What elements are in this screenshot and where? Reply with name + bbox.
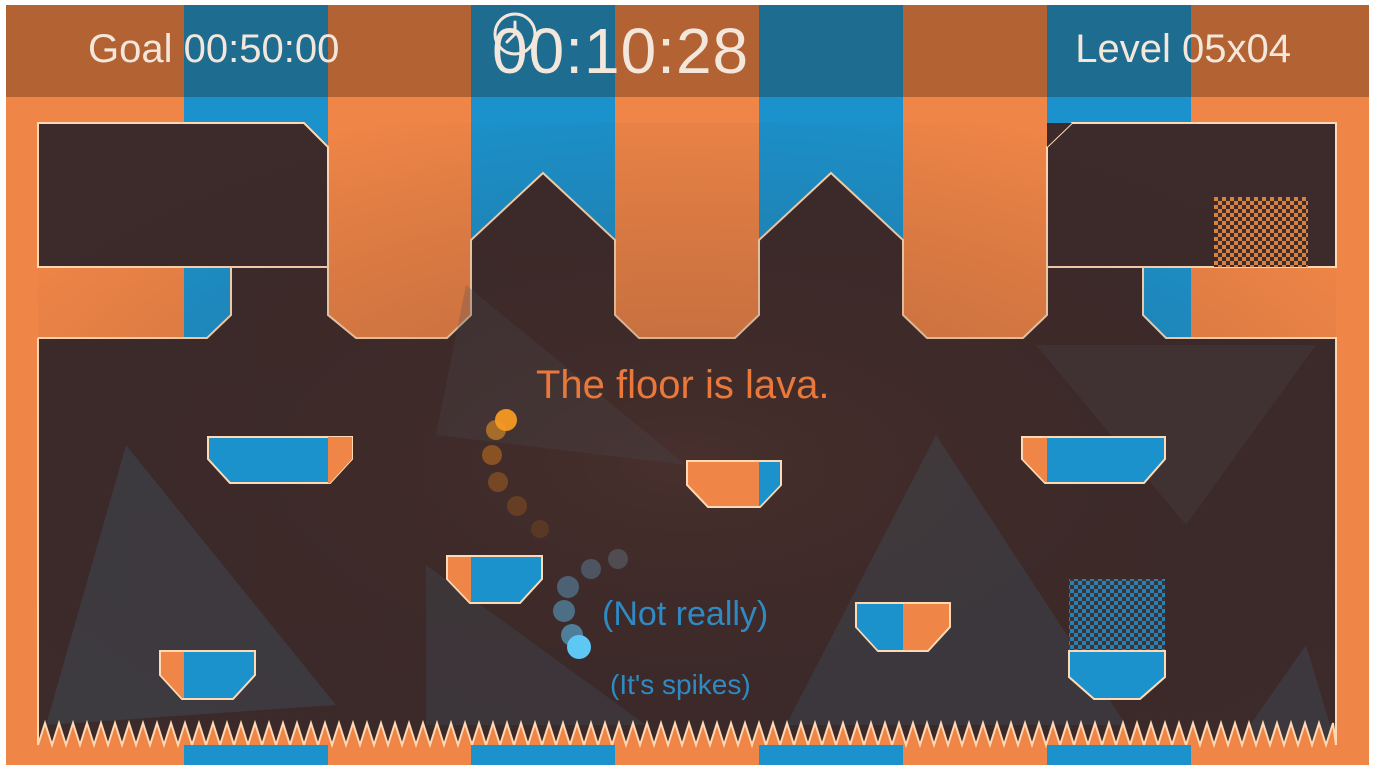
hint-spikes: (It's spikes) [610,669,751,700]
goal-zone-orange [1214,197,1308,267]
platform [1021,436,1166,484]
player-ball [567,635,591,659]
goal-zone-blue [1069,579,1165,651]
goal-time: Goal 00:50:00 [88,27,340,71]
hint-main: The floor is lava. [536,363,830,407]
level-label: Level 05x04 [1075,27,1291,71]
platform [855,602,951,652]
platform [159,650,256,700]
clock-icon [493,12,537,56]
platform [207,436,353,484]
game-stage[interactable]: Goal 00:50:00 00:10:28 Level 05x04 The f… [6,5,1369,765]
platform [686,460,782,508]
hint-not-really: (Not really) [602,595,769,633]
timer: 00:10:28 [492,11,749,91]
